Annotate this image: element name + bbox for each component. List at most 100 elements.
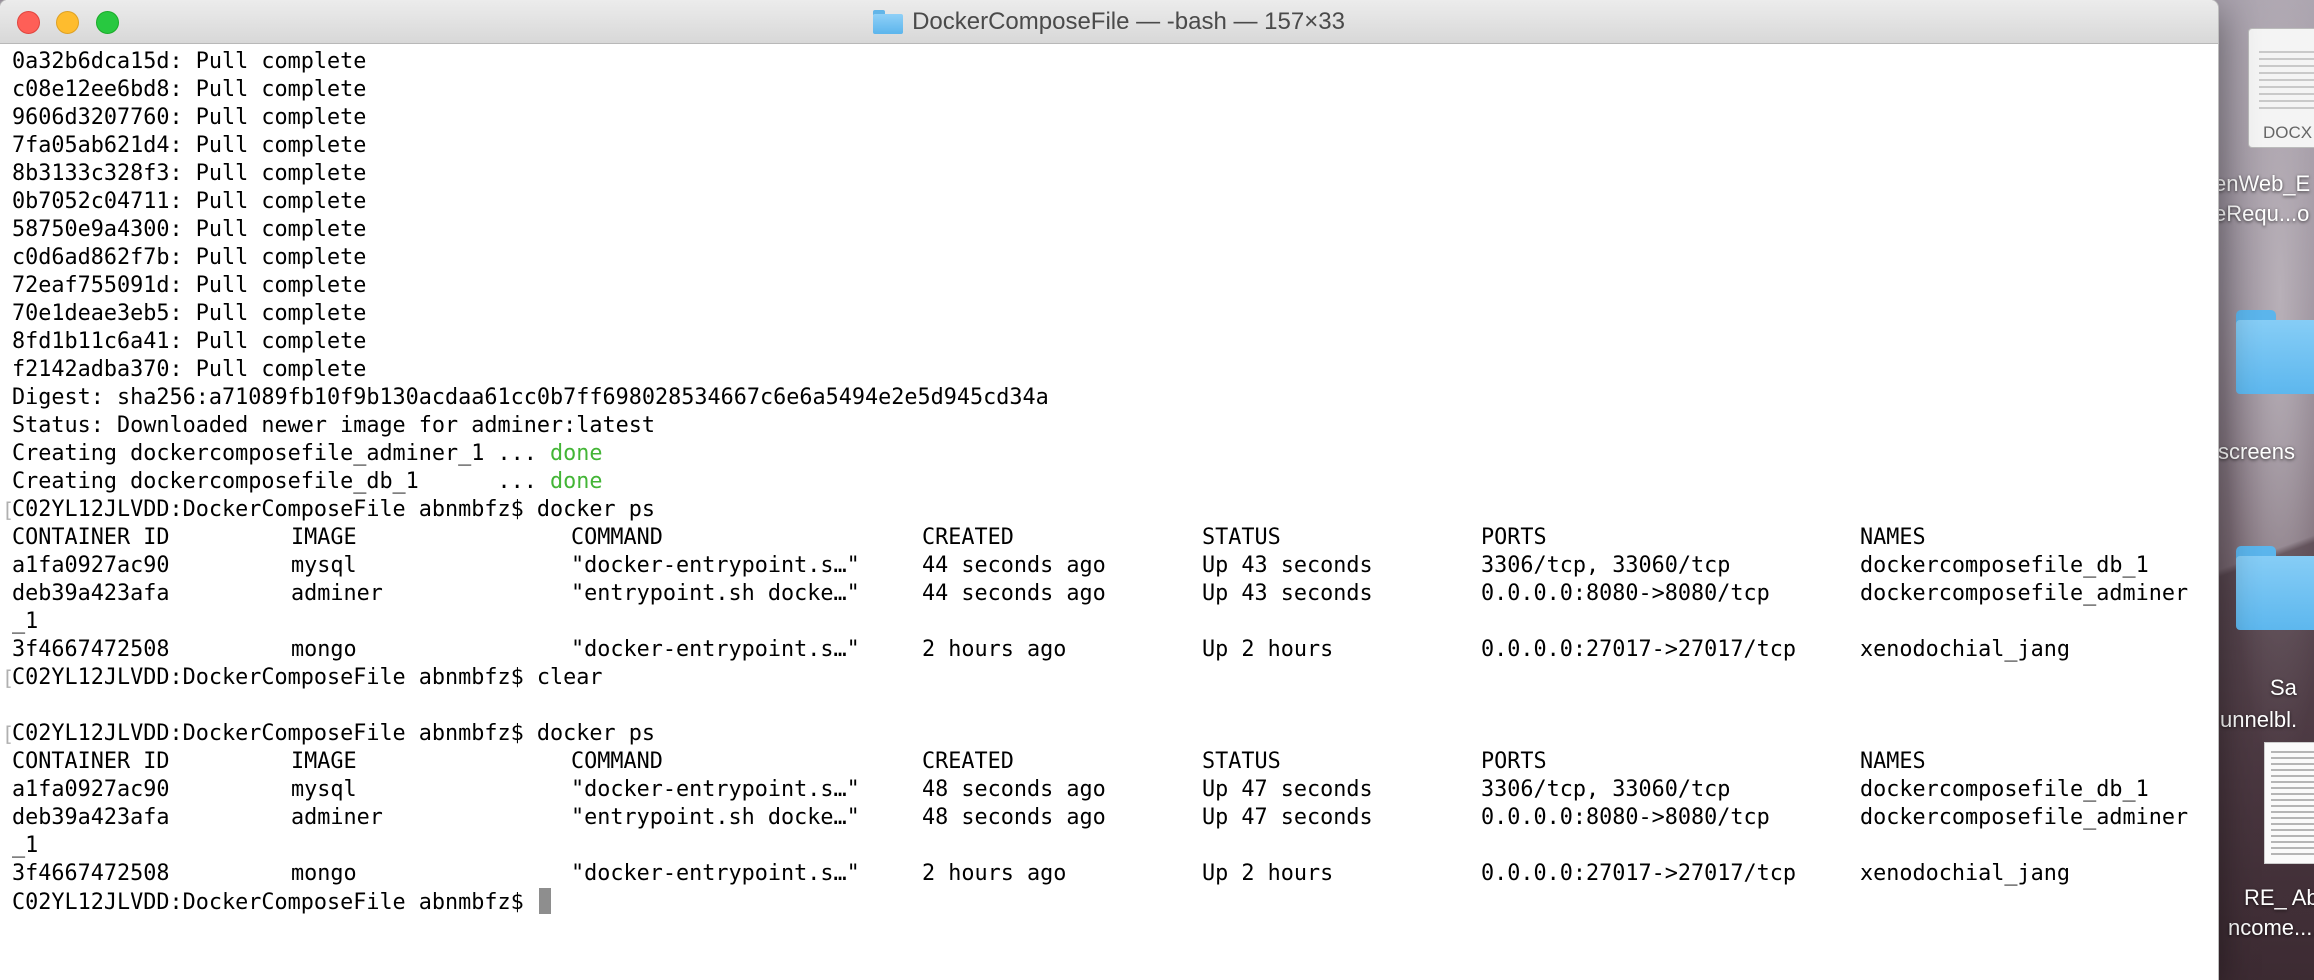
desktop-item-3-label-line1[interactable]: Sa xyxy=(2270,674,2297,702)
creating-text: Creating dockercomposefile_adminer_1 ... xyxy=(12,441,551,466)
cell-container-id: 3f4667472508 xyxy=(12,637,170,662)
cell-ports: 0.0.0.0:27017->27017/tcp xyxy=(1481,861,1796,886)
pull-line: c0d6ad862f7b: Pull complete xyxy=(12,245,367,270)
cell-created: 48 seconds ago xyxy=(922,805,1106,830)
table-row-wrap: _1 xyxy=(12,832,2218,860)
cell-container-id: a1fa0927ac90 xyxy=(12,777,170,802)
folder-icon[interactable] xyxy=(2236,310,2314,394)
cell-created: 44 seconds ago xyxy=(922,553,1106,578)
cell-ports: 0.0.0.0:27017->27017/tcp xyxy=(1481,637,1796,662)
cell-names: dockercomposefile_db_1 xyxy=(1860,777,2149,802)
pull-line: 9606d3207760: Pull complete xyxy=(12,105,367,130)
mark-bracket: ] xyxy=(2215,720,2218,748)
prompt-text: C02YL12JLVDD:DockerComposeFile abnmbfz$ … xyxy=(12,497,656,522)
desktop-item-1-label-line1[interactable]: enWeb_E xyxy=(2214,170,2310,198)
window-title: DockerComposeFile — -bash — 157×33 xyxy=(0,0,2218,43)
cell-container-id: deb39a423afa xyxy=(12,805,170,830)
docx-preview-lines xyxy=(2259,51,2314,111)
cell-command: "docker-entrypoint.s…" xyxy=(571,777,860,802)
cell-names: xenodochial_jang xyxy=(1860,861,2070,886)
document-thumbnail-icon[interactable] xyxy=(2264,742,2314,864)
mark-bracket: [ xyxy=(2,666,15,690)
table-row-wrap: _1 xyxy=(12,608,2218,636)
table-row: 3f4667472508 mongo "docker-entrypoint.s…… xyxy=(12,636,2218,664)
pull-line: 0a32b6dca15d: Pull complete xyxy=(12,49,367,74)
column-header: PORTS xyxy=(1481,525,1547,550)
cell-wrapped-text: _1 xyxy=(12,833,39,858)
cell-created: 48 seconds ago xyxy=(922,777,1106,802)
desktop-item-4-label-line2[interactable]: ncome.... xyxy=(2228,914,2314,942)
docx-file-icon[interactable]: DOCX xyxy=(2248,28,2314,148)
cell-status: Up 47 seconds xyxy=(1202,805,1373,830)
table-header-row: CONTAINER ID IMAGE COMMAND CREATED STATU… xyxy=(12,748,2218,776)
cell-created: 44 seconds ago xyxy=(922,581,1106,606)
terminal-output[interactable]: 0a32b6dca15d: Pull complete c08e12ee6bd8… xyxy=(2,48,2218,980)
column-header: NAMES xyxy=(1860,525,1926,550)
cell-names: dockercomposefile_db_1 xyxy=(1860,553,2149,578)
pull-line: 72eaf755091d: Pull complete xyxy=(12,273,367,298)
cell-names: xenodochial_jang xyxy=(1860,637,2070,662)
table-row: a1fa0927ac90 mysql "docker-entrypoint.s…… xyxy=(12,552,2218,580)
cell-status: Up 2 hours xyxy=(1202,861,1334,886)
column-header: NAMES xyxy=(1860,749,1926,774)
pull-line: f2142adba370: Pull complete xyxy=(12,357,367,382)
mark-bracket: ] xyxy=(2215,664,2218,692)
title-bar[interactable]: DockerComposeFile — -bash — 157×33 xyxy=(0,0,2218,44)
cell-ports: 0.0.0.0:8080->8080/tcp xyxy=(1481,581,1770,606)
cell-command: "entrypoint.sh docke…" xyxy=(571,581,860,606)
prompt-text: C02YL12JLVDD:DockerComposeFile abnmbfz$ … xyxy=(12,665,603,690)
prompt-text: C02YL12JLVDD:DockerComposeFile abnmbfz$ … xyxy=(12,721,656,746)
cell-command: "docker-entrypoint.s…" xyxy=(571,861,860,886)
cell-status: Up 43 seconds xyxy=(1202,581,1373,606)
cell-container-id: deb39a423afa xyxy=(12,581,170,606)
column-header: STATUS xyxy=(1202,525,1281,550)
desktop-item-1-label-line2[interactable]: eRequ...o xyxy=(2214,200,2309,228)
window-title-text: DockerComposeFile — -bash — 157×33 xyxy=(912,7,1345,35)
done-status: done xyxy=(550,469,603,494)
cell-image: mysql xyxy=(291,777,357,802)
cell-image: adminer xyxy=(291,581,383,606)
table-row: deb39a423afa adminer "entrypoint.sh dock… xyxy=(12,580,2218,608)
cell-names: dockercomposefile_adminer xyxy=(1860,581,2189,606)
table-row: a1fa0927ac90 mysql "docker-entrypoint.s…… xyxy=(12,776,2218,804)
column-header: CONTAINER ID xyxy=(12,749,170,774)
prompt-line: [C02YL12JLVDD:DockerComposeFile abnmbfz$… xyxy=(2,496,2218,524)
cell-command: "entrypoint.sh docke…" xyxy=(571,805,860,830)
column-header: CONTAINER ID xyxy=(12,525,170,550)
terminal-window: DockerComposeFile — -bash — 157×33 0a32b… xyxy=(0,0,2218,980)
desktop-item-2-label[interactable]: screens xyxy=(2218,438,2295,466)
cell-container-id: a1fa0927ac90 xyxy=(12,553,170,578)
prompt-text: C02YL12JLVDD:DockerComposeFile abnmbfz$ xyxy=(12,890,537,915)
digest-line: Digest: sha256:a71089fb10f9b130acdaa61cc… xyxy=(12,385,1049,410)
folder-icon[interactable] xyxy=(2236,546,2314,630)
column-header: STATUS xyxy=(1202,749,1281,774)
prompt-line: [C02YL12JLVDD:DockerComposeFile abnmbfz$… xyxy=(2,664,2218,692)
pull-line: 8b3133c328f3: Pull complete xyxy=(12,161,367,186)
column-header: IMAGE xyxy=(291,525,357,550)
cell-image: adminer xyxy=(291,805,383,830)
pull-line: 7fa05ab621d4: Pull complete xyxy=(12,133,367,158)
mark-bracket: [ xyxy=(2,722,15,746)
column-header: COMMAND xyxy=(571,749,663,774)
creating-line: Creating dockercomposefile_db_1 ... done xyxy=(12,468,2218,496)
docx-tag: DOCX xyxy=(2263,123,2313,142)
cell-command: "docker-entrypoint.s…" xyxy=(571,553,860,578)
cell-status: Up 47 seconds xyxy=(1202,777,1373,802)
cell-image: mongo xyxy=(291,861,357,886)
column-header: COMMAND xyxy=(571,525,663,550)
column-header: IMAGE xyxy=(291,749,357,774)
active-prompt-line[interactable]: C02YL12JLVDD:DockerComposeFile abnmbfz$ xyxy=(12,888,2218,916)
cell-image: mysql xyxy=(291,553,357,578)
column-header: PORTS xyxy=(1481,749,1547,774)
desktop-item-4-label-line1[interactable]: RE_ Ab xyxy=(2244,884,2314,912)
column-header: CREATED xyxy=(922,749,1014,774)
table-row: deb39a423afa adminer "entrypoint.sh dock… xyxy=(12,804,2218,832)
cell-created: 2 hours ago xyxy=(922,861,1067,886)
prompt-line: [C02YL12JLVDD:DockerComposeFile abnmbfz$… xyxy=(2,720,2218,748)
folder-icon xyxy=(873,9,904,34)
desktop-item-3-label-line2[interactable]: unnelbl. xyxy=(2220,706,2297,734)
cell-status: Up 2 hours xyxy=(1202,637,1334,662)
table-header-row: CONTAINER ID IMAGE COMMAND CREATED STATU… xyxy=(12,524,2218,552)
pull-line: 58750e9a4300: Pull complete xyxy=(12,217,367,242)
